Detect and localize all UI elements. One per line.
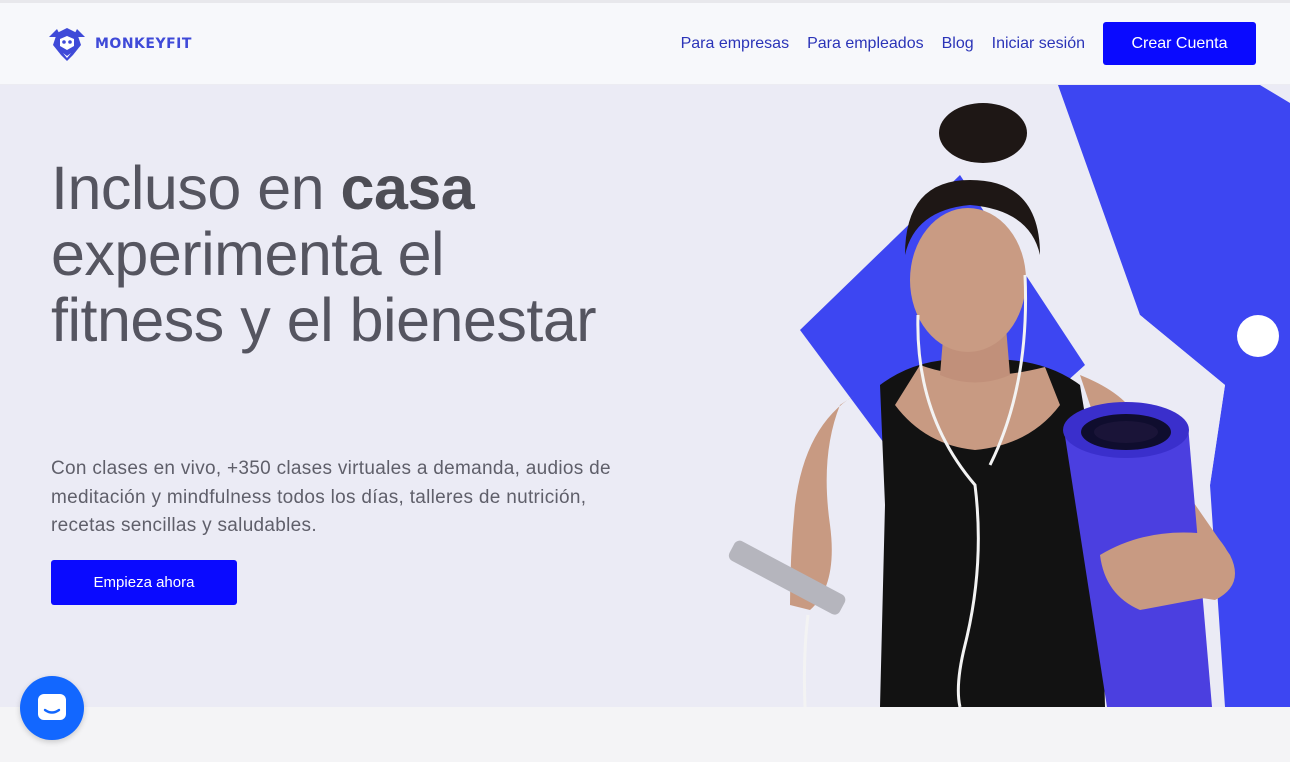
person-torso (880, 359, 1105, 707)
person-face (910, 208, 1026, 352)
phone (728, 540, 846, 615)
blue-shape-right (1058, 85, 1290, 707)
nav-link-iniciar-sesion[interactable]: Iniciar sesión (992, 35, 1085, 53)
blue-shape-top-gap (1260, 85, 1290, 103)
hero-section: Incluso en casa experimenta el fitness y… (0, 85, 1290, 707)
yoga-mat-top (1063, 402, 1189, 458)
nav-link-para-empresas[interactable]: Para empresas (681, 35, 790, 53)
hero-title-bold: casa (340, 154, 475, 222)
light-shape-notch (1140, 315, 1225, 485)
site-header: MONKEYFIT Para empresas Para empleados B… (0, 3, 1290, 85)
yoga-mat (1064, 425, 1212, 707)
brand-logo[interactable]: MONKEYFIT (47, 25, 192, 63)
monkey-logo-icon (49, 28, 85, 61)
nav-link-para-empleados[interactable]: Para empleados (807, 35, 924, 53)
person-hair (905, 180, 1040, 255)
person-hand-on-mat (1100, 532, 1232, 610)
person-left-arm (790, 395, 855, 610)
empieza-ahora-button[interactable]: Empieza ahora (51, 560, 237, 605)
person-skin-chest (895, 365, 1060, 450)
blue-shape-diamond (800, 175, 1085, 505)
person-hair-bun (939, 103, 1027, 163)
nav-link-blog[interactable]: Blog (942, 35, 974, 53)
hero-title-prefix: Incluso en (51, 154, 341, 222)
main-nav: Para empresas Para empleados Blog Inicia… (681, 22, 1256, 65)
chat-bubble-icon (38, 694, 66, 720)
earphone-cable-left (802, 614, 810, 707)
person-right-arm (1080, 375, 1235, 600)
hero-title: Incluso en casa experimenta el fitness y… (51, 155, 611, 353)
chat-button[interactable] (20, 676, 84, 740)
hero-description: Con clases en vivo, +350 clases virtuale… (51, 458, 611, 536)
yoga-mat-hole (1081, 414, 1171, 450)
yoga-mat-inner (1094, 421, 1158, 443)
crear-cuenta-button[interactable]: Crear Cuenta (1103, 22, 1256, 65)
next-section-strip (0, 707, 1290, 762)
white-dot (1237, 315, 1279, 357)
person-neck (940, 315, 1010, 383)
hero-title-rest: experimenta el fitness y el bienestar (51, 220, 597, 354)
brand-name: MONKEYFIT (95, 36, 192, 52)
earphone-cable (916, 274, 1028, 707)
